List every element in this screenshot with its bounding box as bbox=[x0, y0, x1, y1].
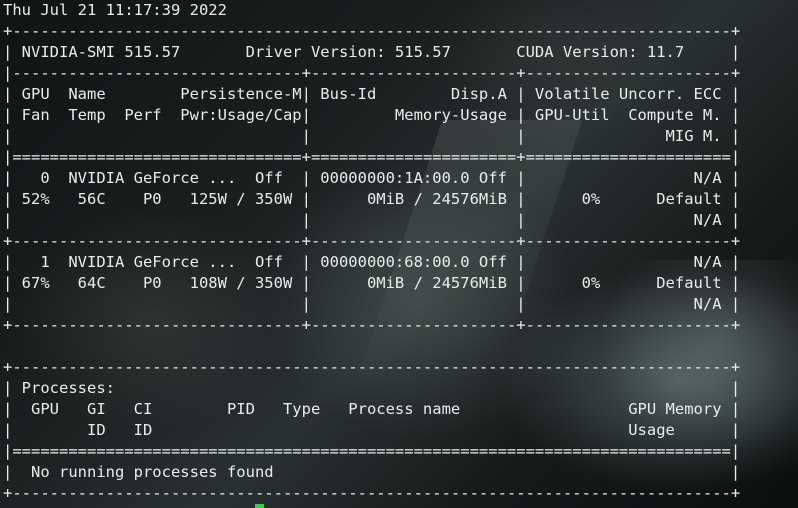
processes-columns: | GPU GI CI PID Type Process name GPU Me… bbox=[3, 400, 741, 418]
terminal-line: | NVIDIA-SMI 515.57 Driver Version: 515.… bbox=[3, 43, 741, 61]
terminal-output[interactable]: Thu Jul 21 11:17:39 2022 +--------------… bbox=[3, 0, 740, 504]
processes-columns-2: | ID ID Usage | bbox=[3, 421, 741, 439]
gpu-1-row-3: | | | N/A | bbox=[3, 295, 741, 313]
terminal-cursor bbox=[255, 504, 264, 508]
gpu-0-row-3: | | | N/A | bbox=[3, 211, 741, 229]
terminal-line: |=======================================… bbox=[3, 442, 741, 460]
timestamp-line: Thu Jul 21 11:17:39 2022 bbox=[3, 1, 227, 19]
gpu-1-row-2: | 67% 64C P0 108W / 350W | 0MiB / 24576M… bbox=[3, 274, 741, 292]
terminal-line: | Fan Temp Perf Pwr:Usage/Cap| Memory-Us… bbox=[3, 106, 741, 124]
terminal-line: +---------------------------------------… bbox=[3, 484, 741, 502]
terminal-line: +---------------------------------------… bbox=[3, 22, 741, 40]
gpu-0-row-1: | 0 NVIDIA GeForce ... Off | 00000000:1A… bbox=[3, 169, 741, 187]
terminal-line: | | | MIG M. | bbox=[3, 127, 741, 145]
terminal-line: |-------------------------------+-------… bbox=[3, 64, 741, 82]
terminal-line: +-------------------------------+-------… bbox=[3, 232, 741, 250]
terminal-line: |===============================+=======… bbox=[3, 148, 741, 166]
gpu-0-row-2: | 52% 56C P0 125W / 350W | 0MiB / 24576M… bbox=[3, 190, 741, 208]
processes-header: | Processes: | bbox=[3, 379, 741, 397]
no-processes-message: | No running processes found | bbox=[3, 463, 741, 481]
terminal-line: +-------------------------------+-------… bbox=[3, 316, 741, 334]
terminal-line: | GPU Name Persistence-M| Bus-Id Disp.A … bbox=[3, 85, 741, 103]
gpu-1-row-1: | 1 NVIDIA GeForce ... Off | 00000000:68… bbox=[3, 253, 741, 271]
terminal-line: +---------------------------------------… bbox=[3, 358, 741, 376]
